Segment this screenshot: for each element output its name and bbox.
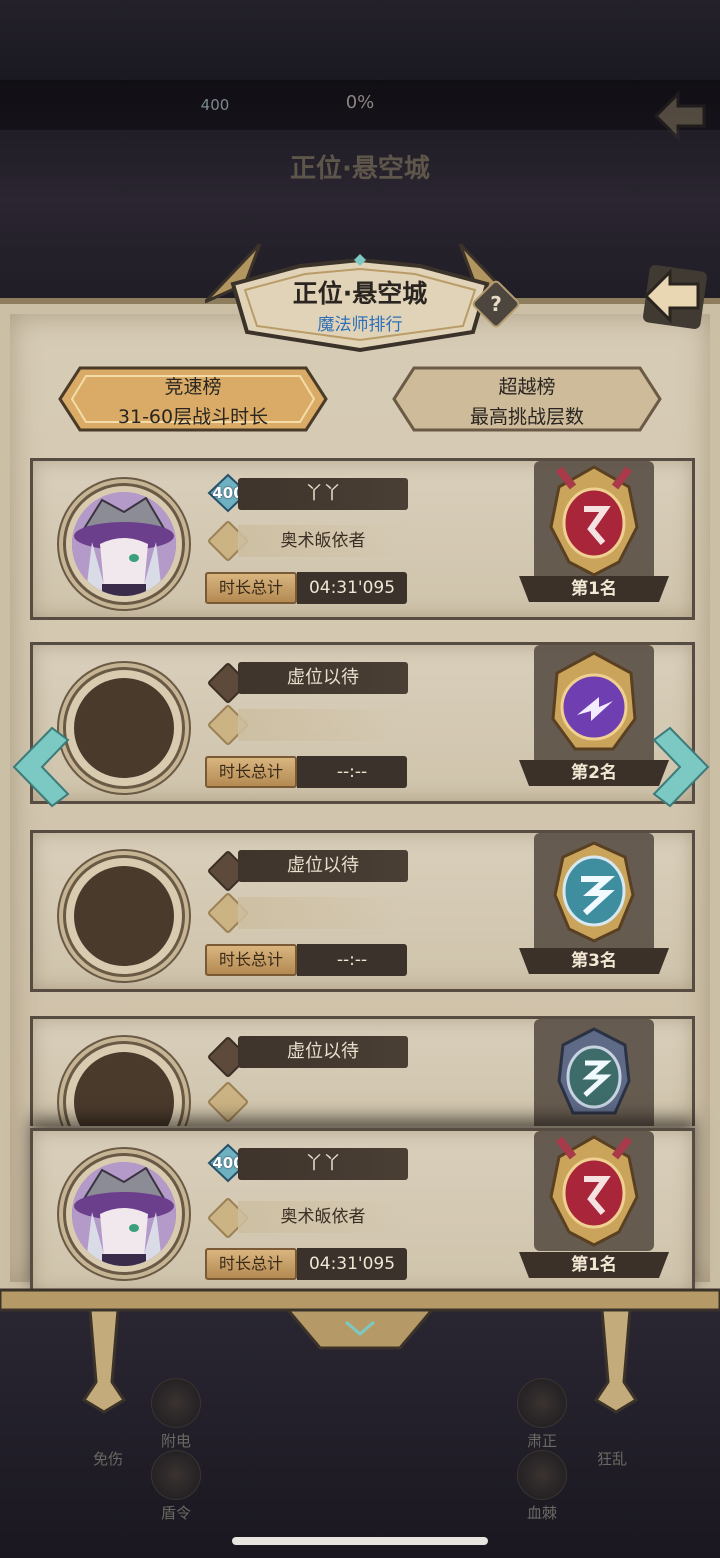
ranking-row[interactable]: 虚位以待 时长总计 --:-- 第3名 [30,830,695,992]
time-value: 04:31'095 [297,1248,407,1280]
avatar-empty [63,667,185,789]
background-back-icon [653,90,706,142]
back-button[interactable] [640,262,710,332]
rank-1-emblem-icon [534,461,654,581]
skill-label: 附电 [160,1432,191,1450]
next-page-button[interactable] [652,726,710,808]
skill-label: 血棘 [526,1504,557,1522]
skill-label: 盾令 [160,1504,191,1522]
background-progress: 0% [345,92,375,113]
player-title-empty [238,897,408,929]
rank-2-emblem-icon [534,645,654,765]
blood-icon [517,1450,567,1500]
player-name: 丫丫 [238,1148,408,1180]
rank-text: 第1名 [571,1255,617,1275]
panel-bottom-frame [0,1288,720,1414]
time-value: --:-- [297,756,407,788]
tab-label: 竞速榜 [164,376,222,398]
tab-label: 超越榜 [498,376,556,398]
chevron-right-icon [652,726,710,808]
rank-text: 第1名 [571,579,617,599]
player-name: 虚位以待 [238,850,408,882]
ranking-row[interactable]: 虚位以待 [30,1016,695,1126]
rank-text: 第3名 [571,951,617,971]
avatar-image [72,1162,176,1266]
page-subtitle: 魔法师排行 [317,315,403,335]
tab-speed-ranking[interactable]: 竞速榜 31-60层战斗时长 [58,364,328,434]
rank-3-emblem-icon [534,833,654,953]
home-indicator[interactable] [232,1537,488,1545]
rank-1-emblem-icon [534,1131,654,1251]
screen: 400 0% 正位·悬空城 附电 肃正 免伤 狂乱 盾令 血棘 正位·悬空城 魔… [0,0,720,1558]
rank-4-emblem-icon [534,1019,654,1126]
chevron-left-icon [12,726,70,808]
skill-immune: 免伤 [72,1448,144,1469]
player-title: 奥术皈依者 [238,525,408,557]
rank-label: 第2名 [519,756,669,790]
skill-label: 免伤 [92,1450,123,1468]
title-icon [206,1080,250,1124]
rank-label: 第3名 [519,944,669,978]
avatar-empty [63,855,185,977]
time-label: 时长总计 [205,1248,297,1280]
player-name: 虚位以待 [238,662,408,694]
avatar[interactable] [63,1153,185,1275]
background-title: 正位·悬空城 [290,154,430,184]
time-value: --:-- [297,944,407,976]
panel-header: 正位·悬空城 魔法师排行 [205,244,515,354]
rank-text: 第2名 [571,763,617,783]
tab-sublabel: 最高挑战层数 [469,406,584,428]
rank-label: 第1名 [519,1248,669,1282]
avatar[interactable] [63,483,185,605]
player-name: 丫丫 [238,478,408,510]
time-label: 时长总计 [205,756,297,788]
avatar-image [72,492,176,596]
tab-sublabel: 31-60层战斗时长 [117,406,269,428]
prev-page-button[interactable] [12,726,70,808]
background-level-badge: 400 [200,96,230,114]
time-label: 时长总计 [205,944,297,976]
time-label: 时长总计 [205,572,297,604]
skill-bloodthorn: 血棘 [506,1450,578,1523]
skill-frenzy: 狂乱 [576,1448,648,1469]
ranking-row[interactable]: 400 丫丫 奥术皈依者 时长总计 04:31'095 第1名 [30,458,695,620]
avatar-slot [74,678,174,778]
avatar-slot [74,1052,174,1126]
rank-label: 第1名 [519,572,669,606]
skill-label: 肃正 [526,1432,557,1450]
ranking-row[interactable]: 虚位以待 时长总计 --:-- 第2名 [30,642,695,804]
avatar-slot [74,866,174,966]
player-name: 虚位以待 [238,1036,408,1068]
avatar-empty [63,1041,185,1126]
page-title: 正位·悬空城 [292,279,428,308]
shield-icon [151,1450,201,1500]
player-title: 奥术皈依者 [238,1201,408,1233]
skill-label: 狂乱 [596,1450,627,1468]
time-value: 04:31'095 [297,572,407,604]
help-icon: ? [490,292,502,316]
player-title-empty [238,709,408,741]
my-ranking-row[interactable]: 400 丫丫 奥术皈依者 时长总计 04:31'095 第1名 [30,1128,695,1296]
tab-surpass-ranking[interactable]: 超越榜 最高挑战层数 [392,364,662,434]
skill-shield: 盾令 [140,1450,212,1523]
